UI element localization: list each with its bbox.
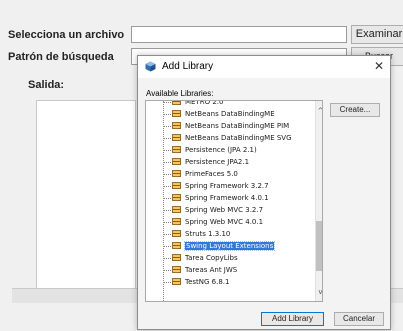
tree-branch bbox=[163, 174, 171, 175]
library-name: Spring Framework 3.2.7 bbox=[185, 182, 269, 190]
list-item[interactable]: Tarea CopyLibs bbox=[163, 253, 238, 264]
library-name: Persistence JPA2.1 bbox=[185, 158, 250, 166]
add-library-button[interactable]: Add Library bbox=[261, 312, 324, 326]
library-jar-icon bbox=[172, 146, 181, 153]
create-button[interactable]: Create... bbox=[330, 103, 380, 117]
dialog-title: Add Library bbox=[162, 61, 214, 72]
list-item[interactable]: Spring Web MVC 3.2.7 bbox=[163, 205, 264, 216]
browse-button[interactable]: Examinar bbox=[351, 25, 403, 44]
tree-branch bbox=[163, 186, 171, 187]
library-jar-icon bbox=[172, 242, 181, 249]
list-item[interactable]: Spring Framework 4.0.1 bbox=[163, 193, 269, 204]
library-jar-icon bbox=[172, 170, 181, 177]
library-name: Spring Web MVC 4.0.1 bbox=[185, 218, 264, 226]
list-item[interactable]: TestNG 6.8.1 bbox=[163, 277, 230, 288]
dialog-titlebar: Add Library ✕ bbox=[138, 56, 390, 78]
library-name: Persistence (JPA 2.1) bbox=[185, 146, 257, 154]
tree-branch bbox=[163, 114, 171, 115]
library-name: NetBeans DataBindingME SVG bbox=[185, 134, 292, 142]
list-scrollbar[interactable]: ^ v bbox=[315, 101, 322, 301]
library-name: PrimeFaces 5.0 bbox=[185, 170, 238, 178]
library-name: Tarea CopyLibs bbox=[185, 254, 238, 262]
library-jar-icon bbox=[172, 194, 181, 201]
library-list[interactable]: METRO 2.0 NetBeans DataBindingME NetBeans … bbox=[145, 100, 323, 302]
tree-branch bbox=[163, 246, 171, 247]
tree-branch bbox=[163, 198, 171, 199]
library-name: METRO 2.0 bbox=[185, 100, 224, 106]
file-label: Selecciona un archivo bbox=[8, 29, 125, 41]
list-item[interactable]: Spring Web MVC 4.0.1 bbox=[163, 217, 264, 228]
list-item[interactable]: Swing Layout Extensions bbox=[163, 241, 276, 252]
library-jar-icon bbox=[172, 122, 181, 129]
tree-branch bbox=[163, 282, 171, 283]
library-jar-icon bbox=[172, 206, 181, 213]
tree-connector bbox=[163, 101, 164, 301]
tree-branch bbox=[163, 138, 171, 139]
list-item[interactable]: METRO 2.0 bbox=[163, 100, 224, 108]
library-jar-icon bbox=[172, 101, 181, 105]
tree-branch bbox=[163, 258, 171, 259]
library-jar-icon bbox=[172, 278, 181, 285]
library-jar-icon bbox=[172, 218, 181, 225]
tree-branch bbox=[163, 234, 171, 235]
library-jar-icon bbox=[172, 266, 181, 273]
library-jar-icon bbox=[172, 254, 181, 261]
library-jar-icon bbox=[172, 134, 181, 141]
close-icon[interactable]: ✕ bbox=[372, 59, 386, 73]
list-item[interactable]: Persistence JPA2.1 bbox=[163, 157, 250, 168]
output-area[interactable] bbox=[36, 100, 136, 290]
output-label: Salida: bbox=[28, 79, 65, 91]
tree-branch bbox=[163, 222, 171, 223]
tree-branch bbox=[163, 102, 171, 103]
tree-branch bbox=[163, 162, 171, 163]
library-name: Spring Framework 4.0.1 bbox=[185, 194, 269, 202]
library-name: Tareas Ant JWS bbox=[185, 266, 238, 274]
library-name: Spring Web MVC 3.2.7 bbox=[185, 206, 264, 214]
library-name: NetBeans DataBindingME bbox=[185, 110, 275, 118]
add-library-dialog: Add Library ✕ Available Libraries: METRO… bbox=[137, 55, 391, 330]
list-item[interactable]: NetBeans DataBindingME bbox=[163, 109, 275, 120]
library-name: Swing Layout Extensions bbox=[183, 241, 276, 251]
library-name: Struts 1.3.10 bbox=[185, 230, 231, 238]
list-item[interactable]: PrimeFaces 5.0 bbox=[163, 169, 238, 180]
list-item[interactable]: Persistence (JPA 2.1) bbox=[163, 145, 257, 156]
tree-branch bbox=[163, 126, 171, 127]
library-jar-icon bbox=[172, 182, 181, 189]
tree-branch bbox=[163, 210, 171, 211]
list-item[interactable]: NetBeans DataBindingME SVG bbox=[163, 133, 292, 144]
library-name: TestNG 6.8.1 bbox=[185, 278, 230, 286]
file-path-input[interactable] bbox=[131, 26, 347, 43]
list-item[interactable]: Spring Framework 3.2.7 bbox=[163, 181, 269, 192]
library-jar-icon bbox=[172, 158, 181, 165]
tree-branch bbox=[163, 270, 171, 271]
pattern-label: Patrón de búsqueda bbox=[8, 51, 114, 63]
list-item[interactable]: Tareas Ant JWS bbox=[163, 265, 238, 276]
list-item[interactable]: Struts 1.3.10 bbox=[163, 229, 231, 240]
library-name: NetBeans DataBindingME PIM bbox=[185, 122, 290, 130]
tree-branch bbox=[163, 150, 171, 151]
cancel-button[interactable]: Cancelar bbox=[334, 312, 384, 326]
list-item[interactable]: NetBeans DataBindingME PIM bbox=[163, 121, 290, 132]
scroll-down-icon[interactable]: v bbox=[316, 288, 322, 296]
library-jar-icon bbox=[172, 110, 181, 117]
scrollbar-thumb[interactable] bbox=[316, 221, 322, 271]
available-libraries-label: Available Libraries: bbox=[146, 89, 214, 98]
scroll-up-icon[interactable]: ^ bbox=[316, 107, 322, 115]
netbeans-cube-icon bbox=[145, 61, 156, 72]
library-jar-icon bbox=[172, 230, 181, 237]
